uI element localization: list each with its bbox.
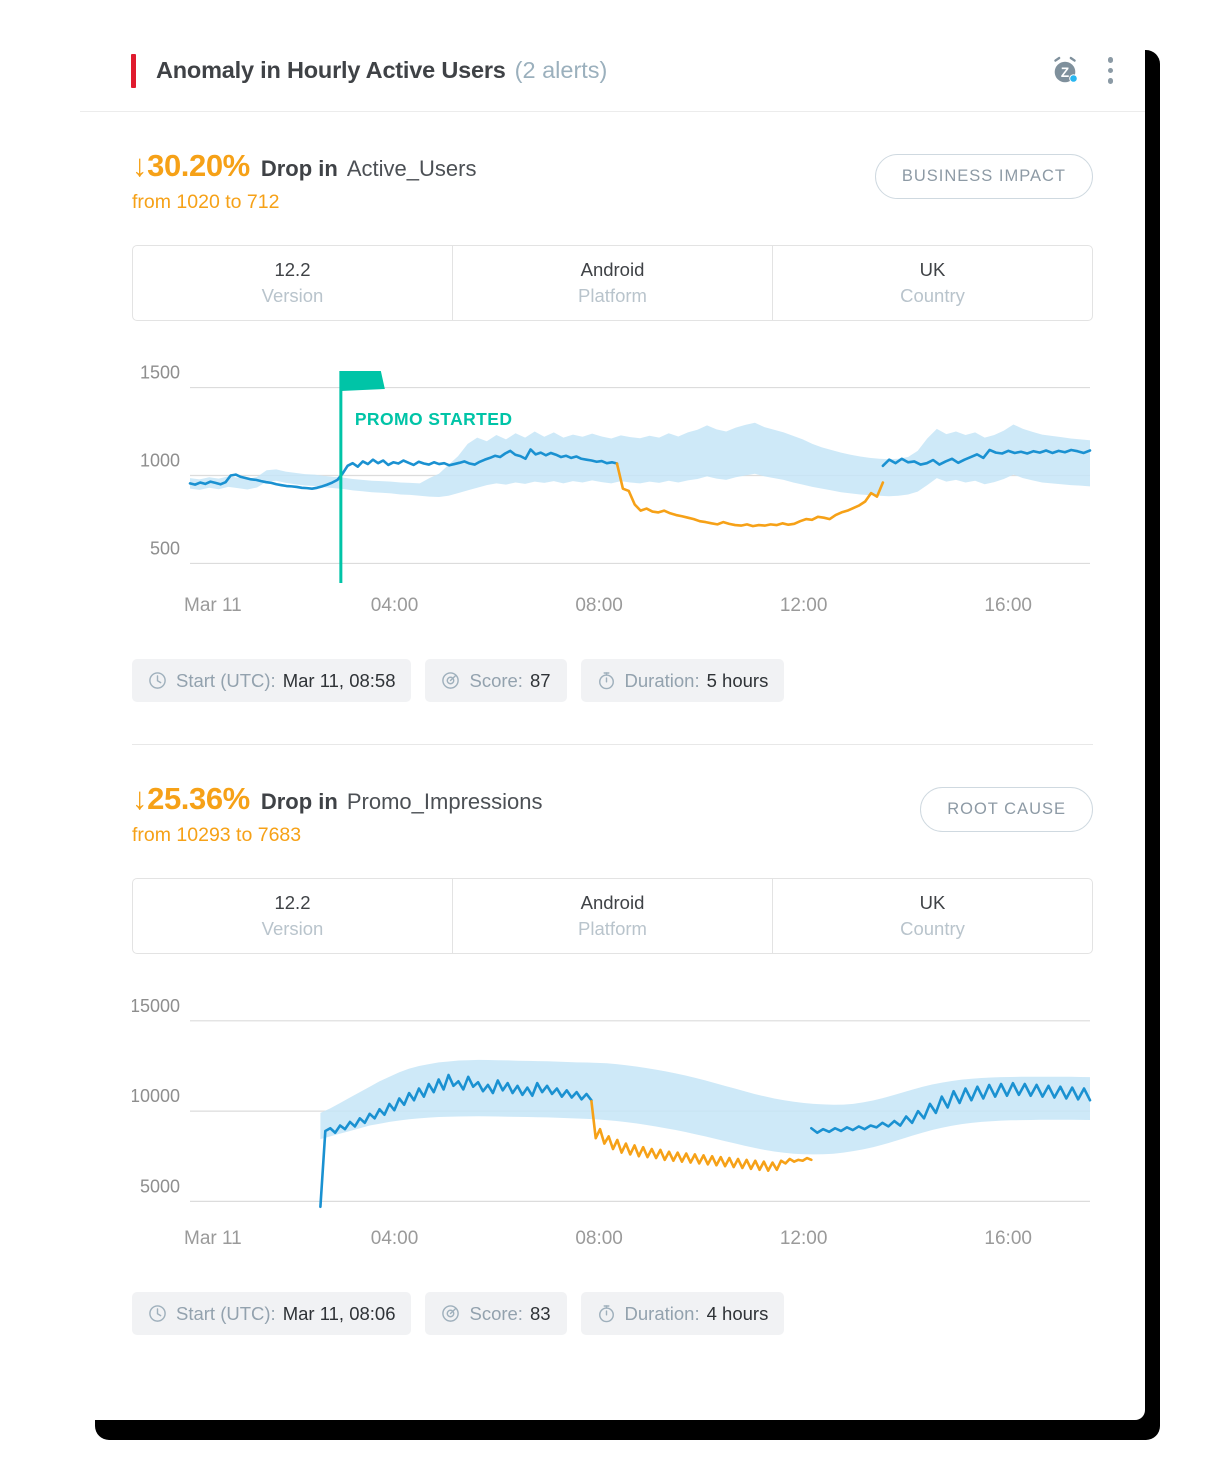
alert-2-chart: 5000 10000 15000 Mar 11 04:00 08:00 12:00 16:00 bbox=[132, 992, 1093, 1262]
clock-icon bbox=[148, 671, 167, 690]
svg-text:10000: 10000 bbox=[132, 1086, 180, 1106]
dim-label: Country bbox=[900, 285, 965, 307]
chip-label: Score: bbox=[469, 1303, 522, 1325]
alert-2-percent: 25.36% bbox=[147, 781, 250, 817]
alarm-snooze-icon[interactable]: Z bbox=[1050, 56, 1080, 86]
svg-text:1000: 1000 bbox=[140, 450, 180, 470]
dim-label: Version bbox=[262, 918, 324, 940]
alert-1-metric-name: Active_Users bbox=[347, 156, 477, 182]
dim-value: Android bbox=[581, 259, 645, 281]
chip-value: 83 bbox=[530, 1303, 551, 1325]
alert-2-head: ↓25.36% Drop in Promo_Impressions from 1… bbox=[132, 781, 1093, 847]
stopwatch-icon bbox=[597, 1304, 616, 1323]
alert-1-dim-country[interactable]: UK Country bbox=[773, 246, 1092, 320]
svg-text:08:00: 08:00 bbox=[575, 1228, 623, 1249]
svg-text:5000: 5000 bbox=[140, 1176, 180, 1196]
chip-label: Duration: bbox=[625, 670, 700, 692]
business-impact-button[interactable]: BUSINESS IMPACT bbox=[875, 154, 1093, 199]
alert-count: (2 alerts) bbox=[515, 57, 608, 84]
alert-1-chip-score: Score: 87 bbox=[425, 659, 566, 702]
chip-value: Mar 11, 08:06 bbox=[283, 1303, 396, 1325]
svg-text:Mar 11: Mar 11 bbox=[184, 1228, 242, 1249]
alert-1-dim-platform[interactable]: Android Platform bbox=[453, 246, 773, 320]
alert-2-drop-label: Drop in bbox=[261, 789, 338, 815]
svg-text:08:00: 08:00 bbox=[575, 595, 623, 616]
alert-2-chips: Start (UTC): Mar 11, 08:06 Score: 83 bbox=[132, 1292, 1093, 1335]
header-actions: Z bbox=[1050, 53, 1120, 88]
alert-2-chip-score: Score: 83 bbox=[425, 1292, 566, 1335]
svg-text:16:00: 16:00 bbox=[984, 595, 1032, 616]
chip-value: 5 hours bbox=[707, 670, 769, 692]
clock-icon bbox=[148, 1304, 167, 1323]
score-target-icon bbox=[441, 1304, 460, 1323]
svg-text:PROMO STARTED: PROMO STARTED bbox=[355, 409, 513, 429]
card-header: Anomaly in Hourly Active Users (2 alerts… bbox=[80, 30, 1145, 112]
dim-label: Platform bbox=[578, 285, 647, 307]
alert-1-from-to: from 1020 to 712 bbox=[132, 191, 476, 214]
alert-2-metric-name: Promo_Impressions bbox=[347, 789, 543, 815]
dim-label: Version bbox=[262, 285, 324, 307]
severity-accent-bar bbox=[131, 54, 136, 88]
svg-text:500: 500 bbox=[150, 538, 180, 558]
svg-text:Z: Z bbox=[1060, 65, 1068, 80]
anomaly-alert-card: Anomaly in Hourly Active Users (2 alerts… bbox=[80, 30, 1145, 1420]
dim-label: Country bbox=[900, 918, 965, 940]
alert-1-headline: ↓30.20% Drop in Active_Users from 1020 t… bbox=[132, 148, 476, 214]
page-title: Anomaly in Hourly Active Users bbox=[156, 57, 506, 84]
dim-value: Android bbox=[581, 892, 645, 914]
dim-value: 12.2 bbox=[274, 892, 310, 914]
alert-2-dim-version[interactable]: 12.2 Version bbox=[133, 879, 453, 953]
alert-1-chip-duration: Duration: 5 hours bbox=[581, 659, 785, 702]
chip-label: Start (UTC): bbox=[176, 670, 276, 692]
svg-text:1500: 1500 bbox=[140, 363, 180, 383]
chip-value: 4 hours bbox=[707, 1303, 769, 1325]
svg-text:04:00: 04:00 bbox=[371, 1228, 419, 1249]
alert-2-from-to: from 10293 to 7683 bbox=[132, 824, 543, 847]
alert-1-direction-arrow: ↓ bbox=[132, 148, 147, 184]
chip-label: Score: bbox=[469, 670, 522, 692]
alert-2-chip-duration: Duration: 4 hours bbox=[581, 1292, 785, 1335]
alert-block-1: ↓30.20% Drop in Active_Users from 1020 t… bbox=[80, 112, 1145, 744]
alert-2-dim-platform[interactable]: Android Platform bbox=[453, 879, 773, 953]
svg-text:12:00: 12:00 bbox=[780, 595, 828, 616]
alert-1-dim-version[interactable]: 12.2 Version bbox=[133, 246, 453, 320]
alert-1-chips: Start (UTC): Mar 11, 08:58 Score: 87 bbox=[132, 659, 1093, 702]
dim-value: 12.2 bbox=[274, 259, 310, 281]
chip-value: 87 bbox=[530, 670, 551, 692]
alert-2-headline: ↓25.36% Drop in Promo_Impressions from 1… bbox=[132, 781, 543, 847]
alert-1-percent: 30.20% bbox=[147, 148, 250, 184]
alert-1-dimensions: 12.2 Version Android Platform UK Country bbox=[132, 245, 1093, 321]
alert-1-chart: 500 1000 1500 Mar 11 04:00 08:00 12:00 16:00 PRO… bbox=[132, 359, 1093, 629]
svg-text:15000: 15000 bbox=[132, 996, 180, 1016]
alert-2-dimensions: 12.2 Version Android Platform UK Country bbox=[132, 878, 1093, 954]
alert-2-timeseries-svg: 5000 10000 15000 Mar 11 04:00 08:00 12:00 16:00 bbox=[132, 992, 1093, 1262]
svg-text:12:00: 12:00 bbox=[780, 1228, 828, 1249]
svg-text:Mar 11: Mar 11 bbox=[184, 595, 242, 616]
alert-1-timeseries-svg: 500 1000 1500 Mar 11 04:00 08:00 12:00 16:00 PRO… bbox=[132, 359, 1093, 629]
score-target-icon bbox=[441, 671, 460, 690]
stopwatch-icon bbox=[597, 671, 616, 690]
alert-1-head: ↓30.20% Drop in Active_Users from 1020 t… bbox=[132, 148, 1093, 214]
dim-value: UK bbox=[920, 259, 946, 281]
root-cause-button[interactable]: ROOT CAUSE bbox=[920, 787, 1093, 832]
chip-label: Duration: bbox=[625, 1303, 700, 1325]
alert-2-chip-start: Start (UTC): Mar 11, 08:06 bbox=[132, 1292, 411, 1335]
dim-value: UK bbox=[920, 892, 946, 914]
chip-label: Start (UTC): bbox=[176, 1303, 276, 1325]
svg-text:04:00: 04:00 bbox=[371, 595, 419, 616]
svg-text:16:00: 16:00 bbox=[984, 1228, 1032, 1249]
alert-1-drop-label: Drop in bbox=[261, 156, 338, 182]
alert-2-direction-arrow: ↓ bbox=[132, 781, 147, 817]
kebab-menu-icon[interactable] bbox=[1102, 53, 1120, 88]
alert-block-2: ↓25.36% Drop in Promo_Impressions from 1… bbox=[80, 745, 1145, 1335]
dim-label: Platform bbox=[578, 918, 647, 940]
alert-2-dim-country[interactable]: UK Country bbox=[773, 879, 1092, 953]
alert-1-chip-start: Start (UTC): Mar 11, 08:58 bbox=[132, 659, 411, 702]
chip-value: Mar 11, 08:58 bbox=[283, 670, 396, 692]
